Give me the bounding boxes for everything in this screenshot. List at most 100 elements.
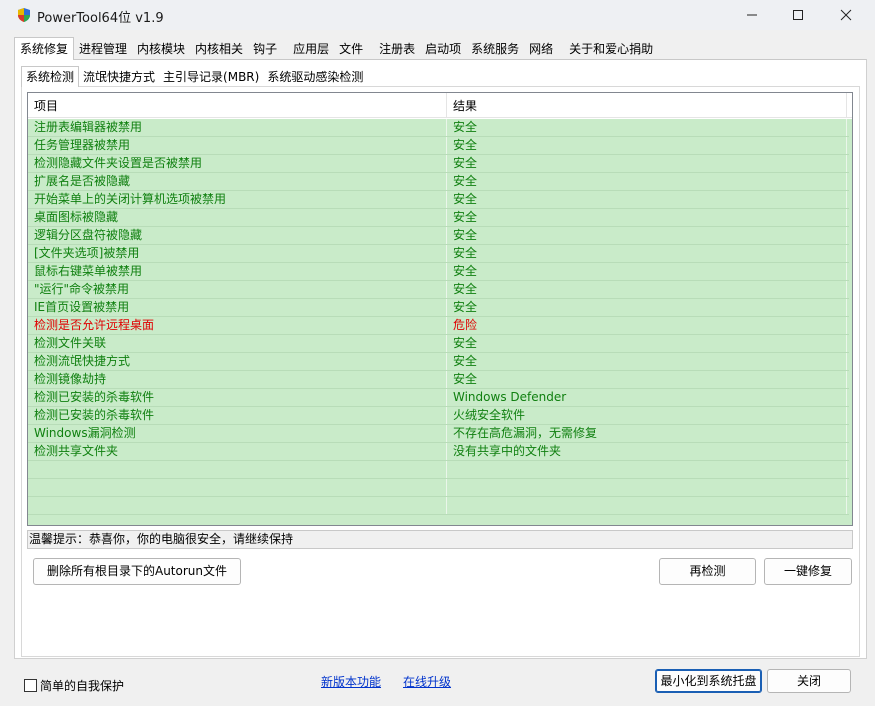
- table-row[interactable]: 扩展名是否被隐藏 安全: [28, 173, 851, 191]
- online-upgrade-link[interactable]: 在线升级: [403, 673, 451, 690]
- cell-item: [文件夹选项]被禁用: [28, 245, 447, 262]
- cell-result: 安全: [447, 191, 847, 208]
- window-title: PowerTool64位 v1.9: [37, 11, 164, 26]
- cell-item: [28, 461, 447, 478]
- table-row[interactable]: 检测流氓快捷方式 安全: [28, 353, 851, 371]
- table-body: 注册表编辑器被禁用 安全 任务管理器被禁用 安全 检测隐藏文件夹设置是否被禁用 安全 扩展名…: [28, 119, 851, 525]
- cell-item: 任务管理器被禁用: [28, 137, 447, 154]
- delete-autorun-button[interactable]: 删除所有根目录下的Autorun文件: [33, 558, 241, 585]
- table-row[interactable]: 检测已安装的杀毒软件 Windows Defender: [28, 389, 851, 407]
- cell-item: "运行"命令被禁用: [28, 281, 447, 298]
- one-click-fix-button[interactable]: 一键修复: [764, 558, 852, 585]
- cell-item: Windows漏洞检测: [28, 425, 447, 442]
- self-protect-checkbox[interactable]: 简单的自我保护: [24, 677, 124, 693]
- cell-item: 逻辑分区盘符被隐藏: [28, 227, 447, 244]
- table-row[interactable]: 检测已安装的杀毒软件 火绒安全软件: [28, 407, 851, 425]
- minimize-button[interactable]: [729, 0, 775, 30]
- title-bar[interactable]: PowerTool64位 v1.9: [0, 0, 875, 30]
- checkbox-box[interactable]: [24, 678, 37, 692]
- table-row[interactable]: [28, 479, 851, 497]
- cell-result: [447, 497, 847, 514]
- table-row[interactable]: 检测共享文件夹 没有共享中的文件夹: [28, 443, 851, 461]
- cell-result: 火绒安全软件: [447, 407, 847, 424]
- tab-registry[interactable]: 注册表: [374, 39, 420, 60]
- cell-result: 安全: [447, 299, 847, 316]
- tab-about-donate[interactable]: 关于和爱心捐助: [564, 39, 658, 60]
- tab-network[interactable]: 网络: [524, 39, 558, 60]
- cell-result: 安全: [447, 137, 847, 154]
- cell-result: 安全: [447, 335, 847, 352]
- table-row[interactable]: 检测镜像劫持 安全: [28, 371, 851, 389]
- cell-item: 注册表编辑器被禁用: [28, 119, 447, 136]
- cell-item: 扩展名是否被隐藏: [28, 173, 447, 190]
- cell-item: 检测已安装的杀毒软件: [28, 389, 447, 406]
- minimize-icon: [746, 9, 758, 21]
- hint-status-bar: 温馨提示：恭喜你，你的电脑很安全，请继续保持: [27, 530, 853, 549]
- cell-result: [447, 479, 847, 496]
- cell-result: 安全: [447, 209, 847, 226]
- self-protect-label: 简单的自我保护: [40, 678, 125, 693]
- subtab-driver-infection[interactable]: 系统驱动感染检测: [263, 68, 367, 87]
- table-edge: [849, 119, 852, 525]
- cell-result: 安全: [447, 353, 847, 370]
- table-row[interactable]: [28, 461, 851, 479]
- cell-result: 安全: [447, 245, 847, 262]
- subtab-mbr[interactable]: 主引导记录(MBR): [159, 68, 263, 87]
- table-row[interactable]: 任务管理器被禁用 安全: [28, 137, 851, 155]
- cell-item: 检测隐藏文件夹设置是否被禁用: [28, 155, 447, 172]
- table-row[interactable]: 桌面图标被隐藏 安全: [28, 209, 851, 227]
- close-icon: [840, 9, 852, 21]
- shield-app-icon: [16, 7, 32, 23]
- tab-system-services[interactable]: 系统服务: [466, 39, 524, 60]
- check-results-table[interactable]: 项目 结果 注册表编辑器被禁用 安全 任务管理器被禁用 安全 检测隐藏文件夹设置是否被禁…: [27, 92, 853, 526]
- cell-result: 安全: [447, 371, 847, 388]
- cell-item: 检测已安装的杀毒软件: [28, 407, 447, 424]
- tab-system-repair[interactable]: 系统修复: [14, 37, 75, 60]
- cell-item: IE首页设置被禁用: [28, 299, 447, 316]
- tab-startup[interactable]: 启动项: [420, 39, 466, 60]
- minimize-to-tray-button[interactable]: 最小化到系统托盘: [655, 669, 762, 693]
- column-header-result[interactable]: 结果: [447, 93, 847, 118]
- table-row[interactable]: 开始菜单上的关闭计算机选项被禁用 安全: [28, 191, 851, 209]
- table-row[interactable]: 检测隐藏文件夹设置是否被禁用 安全: [28, 155, 851, 173]
- tab-process-manager[interactable]: 进程管理: [74, 39, 132, 60]
- cell-item: 桌面图标被隐藏: [28, 209, 447, 226]
- table-row[interactable]: [文件夹选项]被禁用 安全: [28, 245, 851, 263]
- tab-hooks[interactable]: 钩子: [248, 39, 282, 60]
- subtab-system-check[interactable]: 系统检测: [21, 66, 80, 87]
- cell-item: 开始菜单上的关闭计算机选项被禁用: [28, 191, 447, 208]
- new-features-link[interactable]: 新版本功能: [321, 673, 381, 690]
- table-row[interactable]: 检测是否允许远程桌面 危险: [28, 317, 851, 335]
- table-row[interactable]: "运行"命令被禁用 安全: [28, 281, 851, 299]
- table-row[interactable]: IE首页设置被禁用 安全: [28, 299, 851, 317]
- table-row[interactable]: 鼠标右键菜单被禁用 安全: [28, 263, 851, 281]
- cell-result: 不存在高危漏洞，无需修复: [447, 425, 847, 442]
- cell-item: [28, 497, 447, 514]
- cell-item: 检测共享文件夹: [28, 443, 447, 460]
- main-tab-strip: 系统修复 进程管理 内核模块 内核相关 钩子 应用层 文件 注册表 启动项 系统…: [14, 37, 658, 60]
- cell-item: [28, 479, 447, 496]
- recheck-button[interactable]: 再检测: [659, 558, 756, 585]
- close-window-button[interactable]: [823, 0, 869, 30]
- cell-result: 危险: [447, 317, 847, 334]
- tab-files[interactable]: 文件: [334, 39, 368, 60]
- table-row[interactable]: [28, 497, 851, 515]
- table-row[interactable]: 注册表编辑器被禁用 安全: [28, 119, 851, 137]
- subtab-rogue-shortcuts[interactable]: 流氓快捷方式: [79, 68, 159, 87]
- cell-result: 安全: [447, 263, 847, 280]
- table-row[interactable]: 逻辑分区盘符被隐藏 安全: [28, 227, 851, 245]
- cell-result: 安全: [447, 119, 847, 136]
- tab-kernel-modules[interactable]: 内核模块: [132, 39, 190, 60]
- close-button[interactable]: 关闭: [767, 669, 851, 693]
- sub-tab-strip: 系统检测 流氓快捷方式 主引导记录(MBR) 系统驱动感染检测: [21, 66, 367, 87]
- table-row[interactable]: Windows漏洞检测 不存在高危漏洞，无需修复: [28, 425, 851, 443]
- table-row[interactable]: 检测文件关联 安全: [28, 335, 851, 353]
- cell-result: [447, 461, 847, 478]
- cell-item: 检测文件关联: [28, 335, 447, 352]
- tab-app-layer[interactable]: 应用层: [288, 39, 334, 60]
- column-header-item[interactable]: 项目: [28, 93, 447, 118]
- cell-item: 鼠标右键菜单被禁用: [28, 263, 447, 280]
- tab-kernel-related[interactable]: 内核相关: [190, 39, 248, 60]
- cell-item: 检测流氓快捷方式: [28, 353, 447, 370]
- maximize-button[interactable]: [775, 0, 821, 30]
